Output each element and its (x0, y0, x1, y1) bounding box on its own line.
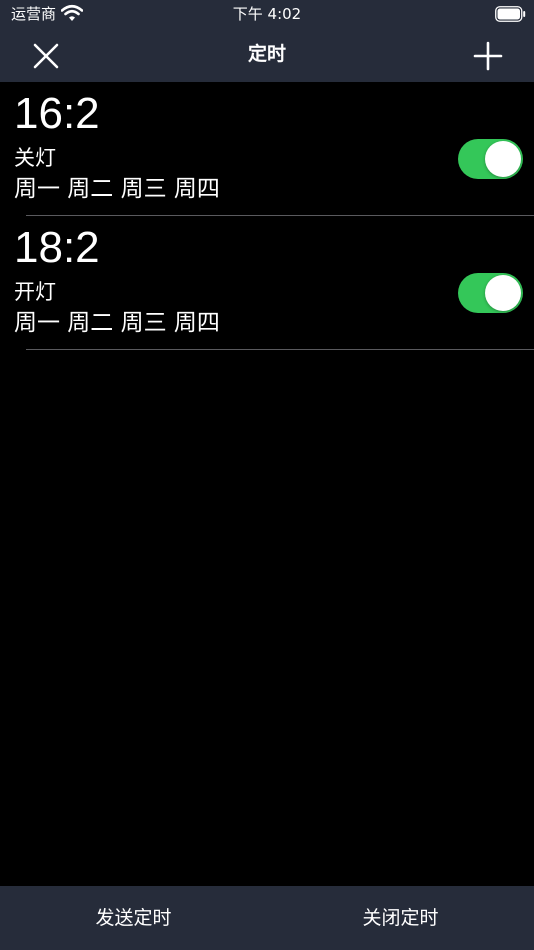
timer-row[interactable]: 16:2 关灯 周一 周二 周三 周四 (0, 82, 534, 216)
status-bar: 运营商 下午 4:02 (0, 0, 534, 28)
send-timer-button[interactable]: 发送定时 (0, 886, 267, 950)
timer-time: 18:2 (14, 223, 100, 272)
timer-action: 开灯 (14, 280, 56, 304)
timer-enabled-toggle[interactable] (458, 273, 523, 313)
toggle-knob (485, 275, 521, 311)
timer-enabled-toggle[interactable] (458, 139, 523, 179)
navigation-bar: 定时 (0, 28, 534, 82)
plus-icon (473, 41, 503, 71)
top-bar: 运营商 下午 4:02 定时 (0, 0, 534, 82)
toggle-knob (485, 141, 521, 177)
timer-days: 周一 周二 周三 周四 (14, 310, 220, 336)
row-divider (26, 349, 534, 350)
close-timer-button[interactable]: 关闭定时 (267, 886, 534, 950)
timer-action: 关灯 (14, 146, 56, 170)
timer-time: 16:2 (14, 89, 100, 138)
timer-row[interactable]: 18:2 开灯 周一 周二 周三 周四 (0, 216, 534, 350)
status-time: 下午 4:02 (232, 5, 302, 23)
page-title: 定时 (247, 43, 286, 65)
battery-icon (495, 6, 526, 22)
bottom-toolbar: 发送定时 关闭定时 (0, 886, 534, 950)
add-timer-button[interactable] (472, 40, 504, 72)
timer-days: 周一 周二 周三 周四 (14, 176, 220, 202)
